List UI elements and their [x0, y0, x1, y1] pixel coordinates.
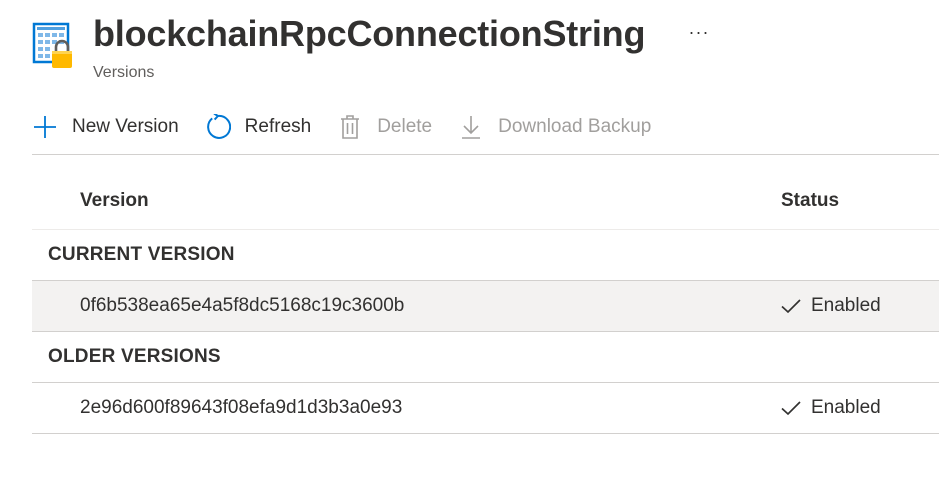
more-options-button[interactable]: ··· [687, 20, 711, 44]
plus-icon [32, 114, 58, 140]
status-label: Enabled [811, 397, 881, 418]
refresh-icon [205, 114, 231, 140]
delete-button[interactable]: Delete [337, 108, 432, 146]
ellipsis-icon: ··· [688, 22, 710, 42]
download-backup-button[interactable]: Download Backup [458, 108, 651, 146]
checkmark-icon [781, 398, 801, 418]
group-header-older: OLDER VERSIONS [32, 332, 939, 383]
table-row[interactable]: 0f6b538ea65e4a5f8dc5168c19c3600b Enabled [32, 281, 939, 332]
status-label: Enabled [811, 295, 881, 316]
title-block: blockchainRpcConnectionString Versions [93, 14, 645, 83]
group-label: OLDER VERSIONS [48, 346, 221, 367]
column-header-status[interactable]: Status [781, 190, 839, 212]
key-vault-secret-icon [32, 22, 72, 68]
page-header: blockchainRpcConnectionString Versions ·… [32, 14, 912, 84]
checkmark-icon [781, 296, 801, 316]
download-icon [458, 114, 484, 140]
status-cell: Enabled [781, 295, 881, 317]
group-header-current: CURRENT VERSION [32, 230, 939, 281]
delete-label: Delete [377, 116, 433, 137]
page-subtitle: Versions [93, 64, 155, 81]
versions-grid: Version Status CURRENT VERSION 0f6b538ea… [32, 176, 939, 434]
toolbar-divider [32, 154, 939, 155]
column-header-version[interactable]: Version [80, 190, 149, 212]
download-backup-label: Download Backup [498, 116, 652, 137]
grid-header: Version Status [32, 176, 939, 230]
refresh-button[interactable]: Refresh [205, 108, 312, 146]
refresh-label: Refresh [244, 116, 312, 137]
version-id[interactable]: 2e96d600f89643f08efa9d1d3b3a0e93 [80, 397, 402, 419]
new-version-label: New Version [72, 116, 179, 137]
group-label: CURRENT VERSION [48, 244, 235, 265]
version-id[interactable]: 0f6b538ea65e4a5f8dc5168c19c3600b [80, 295, 404, 317]
page-title: blockchainRpcConnectionString [93, 13, 646, 54]
table-row[interactable]: 2e96d600f89643f08efa9d1d3b3a0e93 Enabled [32, 383, 939, 434]
trash-icon [337, 114, 363, 140]
status-cell: Enabled [781, 397, 881, 419]
command-bar: New Version Refresh Delete Download Back… [32, 108, 939, 146]
new-version-button[interactable]: New Version [32, 108, 179, 146]
